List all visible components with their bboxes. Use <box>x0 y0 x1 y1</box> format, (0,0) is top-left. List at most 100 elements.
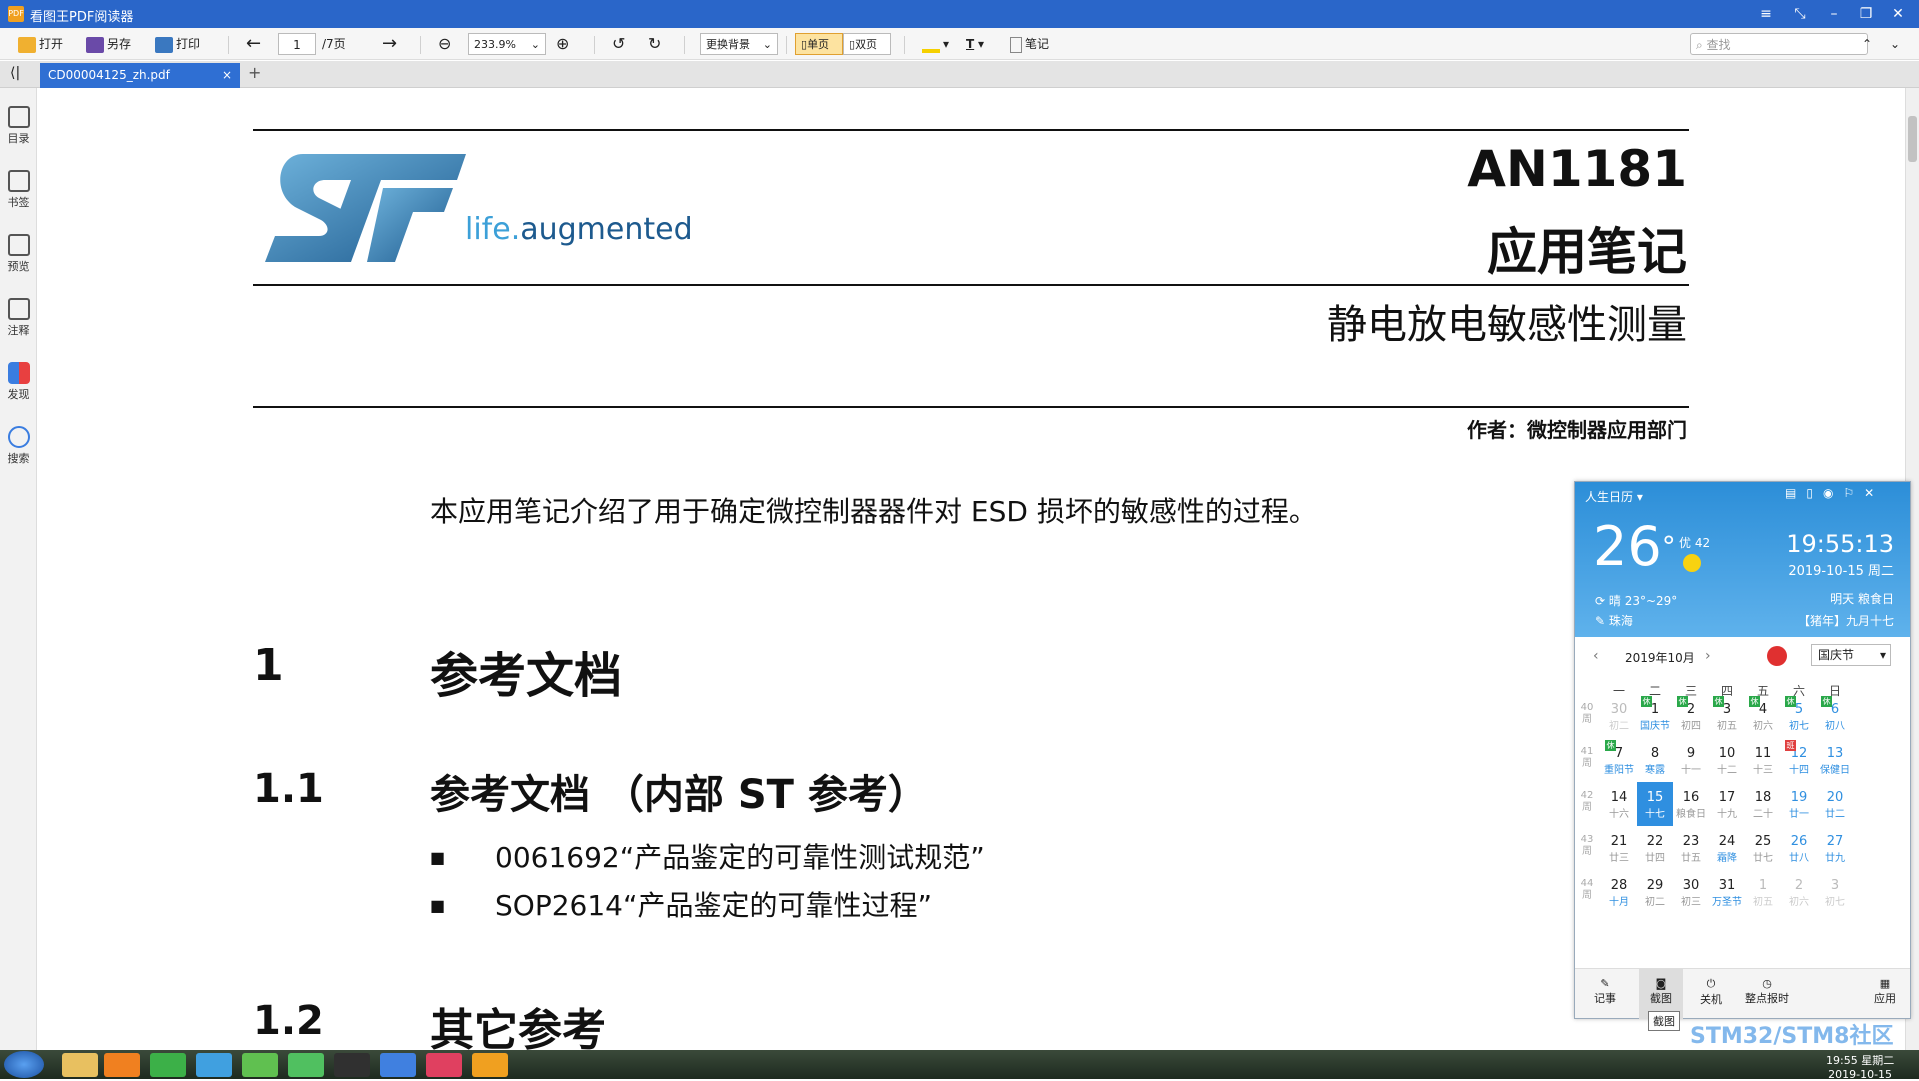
page-number-input[interactable]: 1 <box>278 33 316 55</box>
calendar-day[interactable]: 28 十月 <box>1601 870 1637 914</box>
highlighter-button[interactable]: ▾ <box>922 33 949 55</box>
single-page-button[interactable]: ▯单页 <box>795 33 843 55</box>
calendar-day[interactable]: 31 万圣节 <box>1709 870 1745 914</box>
day-number: 16 <box>1682 790 1700 805</box>
calendar-day[interactable]: 30 初三 <box>1673 870 1709 914</box>
day-lunar: 初三 <box>1681 897 1701 908</box>
calendar-day[interactable]: 9 十一 <box>1673 738 1709 782</box>
calendar-day[interactable]: 18 二十 <box>1745 782 1781 826</box>
taskbar-app-icon[interactable] <box>242 1053 278 1077</box>
calendar-day[interactable]: 22 廿四 <box>1637 826 1673 870</box>
apps-button[interactable]: ▦ 应用 <box>1865 977 1905 1006</box>
rotate-left-icon[interactable]: ↺ <box>612 33 625 55</box>
day-number: 20 <box>1826 790 1844 805</box>
prev-page-icon[interactable]: ← <box>246 33 261 55</box>
taskbar-wechat-icon[interactable] <box>288 1053 324 1077</box>
calendar-day[interactable]: 24 霜降 <box>1709 826 1745 870</box>
start-button[interactable] <box>4 1051 44 1078</box>
hourly-chime-button[interactable]: ◷ 整点报时 <box>1739 977 1795 1006</box>
next-page-icon[interactable]: → <box>382 33 397 55</box>
sidebar-item-toc[interactable]: 目录 <box>0 106 37 146</box>
sidebar-item-annotations[interactable]: 注释 <box>0 298 37 338</box>
calendar-day[interactable]: 1 初五 <box>1745 870 1781 914</box>
tab-document[interactable]: CD00004125_zh.pdf × <box>40 63 240 88</box>
memo-button[interactable]: ✎ 记事 <box>1585 977 1625 1006</box>
doc-id: AN1181 <box>1467 140 1687 198</box>
search-down-icon[interactable]: ⌄ <box>1890 33 1900 55</box>
calendar-day[interactable]: 13 保健日 <box>1817 738 1853 782</box>
sidebar-item-discover[interactable]: 发现 <box>0 362 37 402</box>
day-lunar: 初二 <box>1645 897 1665 908</box>
calendar-day[interactable]: 3 初七 <box>1817 870 1853 914</box>
open-button[interactable]: 打开 <box>18 33 63 55</box>
prev-month-icon[interactable]: ‹ <box>1593 648 1599 664</box>
calendar-day[interactable]: 20 廿二 <box>1817 782 1853 826</box>
chevron-down-icon: ▾ <box>1879 648 1886 662</box>
taskbar-browser-icon[interactable] <box>150 1053 186 1077</box>
calendar-day[interactable]: 16 粮食日 <box>1673 782 1709 826</box>
text-tool-button[interactable]: T ▾ <box>966 33 984 55</box>
calendar-app-name[interactable]: 人生日历 ▾ <box>1585 488 1643 505</box>
taskbar-media-icon[interactable] <box>426 1053 462 1077</box>
save-as-button[interactable]: 另存 <box>86 33 131 55</box>
temperature: 26° <box>1593 515 1676 578</box>
day-number: 14 <box>1610 790 1628 805</box>
taskbar-search-icon[interactable] <box>104 1053 140 1077</box>
taskbar-cloud-icon[interactable] <box>380 1053 416 1077</box>
calendar-day[interactable]: 23 廿五 <box>1673 826 1709 870</box>
search-input[interactable]: ⌕ 查找 <box>1690 33 1868 55</box>
minimize-icon[interactable]: – <box>1820 3 1848 25</box>
calendar-day[interactable]: 8 寒露 <box>1637 738 1673 782</box>
shutdown-button[interactable]: ⏻ 关机 <box>1691 977 1731 1007</box>
day-lunar: 十六 <box>1609 809 1629 820</box>
calendar-day[interactable]: 21 廿三 <box>1601 826 1637 870</box>
collapse-sidebar-icon[interactable]: ⟨| <box>10 65 20 81</box>
next-month-icon[interactable]: › <box>1705 648 1711 664</box>
sidebar-item-search[interactable]: 搜索 <box>0 426 37 466</box>
calendar-day[interactable]: 30 初二 <box>1601 694 1637 738</box>
calendar-day[interactable]: 11 十三 <box>1745 738 1781 782</box>
calendar-day[interactable]: 10 十二 <box>1709 738 1745 782</box>
zoom-out-icon[interactable]: ⊖ <box>438 33 451 55</box>
taskbar-qq-icon[interactable] <box>334 1053 370 1077</box>
zoom-select[interactable]: 233.9% ⌄ <box>468 33 546 55</box>
notes-button[interactable]: 笔记 <box>1010 33 1049 55</box>
calendar-day[interactable]: 29 初二 <box>1637 870 1673 914</box>
weather-city[interactable]: ✎ 珠海 <box>1595 612 1633 629</box>
air-quality: 优 42 <box>1679 536 1711 550</box>
taskbar-explorer-icon[interactable] <box>62 1053 98 1077</box>
calendar-day[interactable]: 14 十六 <box>1601 782 1637 826</box>
bullet-item: SOP2614“产品鉴定的可靠性过程” <box>495 889 932 922</box>
new-tab-icon[interactable]: + <box>248 63 261 82</box>
calendar-day[interactable]: 27 廿九 <box>1817 826 1853 870</box>
calendar-day[interactable]: 26 廿八 <box>1781 826 1817 870</box>
calendar-day[interactable]: 19 廿一 <box>1781 782 1817 826</box>
day-number: 30 <box>1610 702 1628 717</box>
menu-icon[interactable]: ≡ <box>1752 3 1780 25</box>
calendar-day[interactable]: 25 廿七 <box>1745 826 1781 870</box>
sidebar-item-preview[interactable]: 预览 <box>0 234 37 274</box>
widget-controls[interactable]: ▤▯◉⚐✕ <box>1785 486 1884 500</box>
restore-icon[interactable]: ❐ <box>1852 3 1880 25</box>
rotate-right-icon[interactable]: ↻ <box>648 33 661 55</box>
close-icon[interactable]: ✕ <box>1884 3 1912 25</box>
zoom-in-icon[interactable]: ⊕ <box>556 33 569 55</box>
background-select[interactable]: 更换背景 ⌄ <box>700 33 778 55</box>
calendar-day[interactable]: 17 十九 <box>1709 782 1745 826</box>
calendar-day[interactable]: 2 初六 <box>1781 870 1817 914</box>
taskbar-player-icon[interactable] <box>196 1053 232 1077</box>
calendar-day[interactable]: 15 十七 <box>1637 782 1673 826</box>
close-tab-icon[interactable]: × <box>222 63 232 88</box>
double-page-button[interactable]: ▯双页 <box>843 33 891 55</box>
fullscreen-icon[interactable]: ⤡ <box>1786 3 1814 25</box>
scrollbar-thumb[interactable] <box>1908 116 1917 162</box>
refresh-icon[interactable]: ⟳ <box>1595 594 1609 608</box>
taskbar-pdf-icon[interactable] <box>472 1053 508 1077</box>
holiday-badge: 休 <box>1821 696 1832 707</box>
sidebar-item-bookmark[interactable]: 书签 <box>0 170 37 210</box>
system-clock[interactable]: 19:55 星期二 2019-10-15 <box>1826 1052 1894 1081</box>
day-lunar: 十三 <box>1753 765 1773 776</box>
search-up-icon[interactable]: ⌃ <box>1862 33 1872 55</box>
print-button[interactable]: 打印 <box>155 33 200 55</box>
festival-select[interactable]: 国庆节 ▾ <box>1811 644 1891 666</box>
